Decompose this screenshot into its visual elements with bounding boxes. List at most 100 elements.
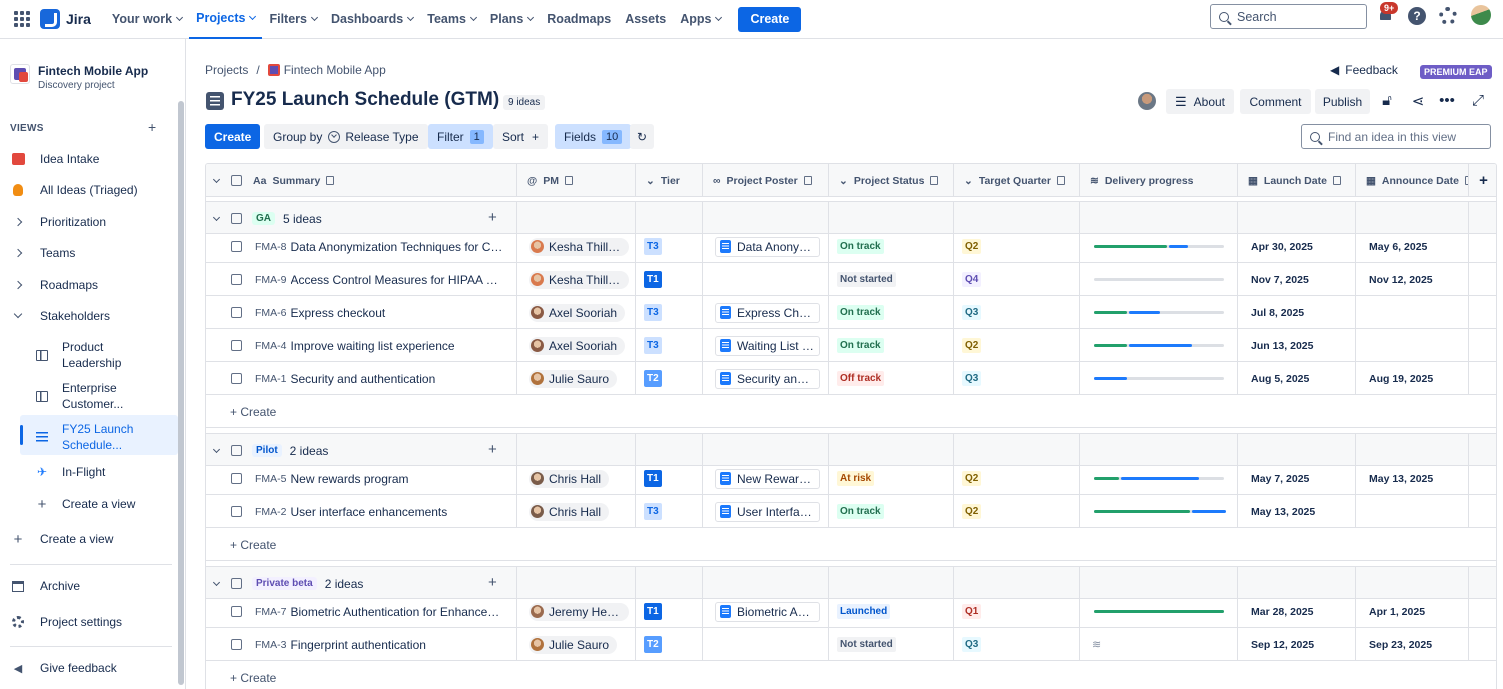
tier-tag[interactable]: T3 <box>644 304 662 321</box>
jira-logo[interactable]: Jira <box>40 9 91 29</box>
pm-chip[interactable]: Julie Sauro <box>529 635 618 654</box>
publish-button[interactable]: Publish <box>1315 89 1370 114</box>
settings-gear-icon[interactable] <box>1439 7 1457 25</box>
project-poster-link[interactable]: User Interface Enhancements <box>715 501 820 522</box>
project-header[interactable]: Fintech Mobile App Discovery project <box>10 64 148 91</box>
table-row[interactable]: FMA-3 Fingerprint authentication Julie Sau… <box>206 628 1496 661</box>
search-input[interactable]: Search <box>1210 4 1367 29</box>
launch-date[interactable]: Mar 28, 2025 <box>1251 606 1313 618</box>
idea-key[interactable]: FMA-6 <box>255 307 287 319</box>
column-header-target-quarter[interactable]: ⌄ Target Quarter <box>964 175 1065 187</box>
column-header-pm[interactable]: @ PM <box>527 175 573 187</box>
tier-tag[interactable]: T3 <box>644 238 662 255</box>
field-settings-icon[interactable] <box>1332 176 1341 185</box>
column-header-project-poster[interactable]: ∞ Project Poster <box>713 175 812 187</box>
create-idea-link[interactable]: + Create <box>206 661 506 689</box>
tier-tag[interactable]: T3 <box>644 503 662 520</box>
quarter-tag[interactable]: Q1 <box>962 604 982 619</box>
sidebar-view-enterprise-customer[interactable]: Enterprise Customer... <box>34 380 123 412</box>
status-badge[interactable]: On track <box>837 504 884 519</box>
table-row[interactable]: FMA-9 Access Control Measures for HIPAA C… <box>206 263 1496 296</box>
sidebar-archive[interactable]: Archive <box>10 579 80 593</box>
column-header-summary[interactable]: Aa Summary <box>253 175 335 187</box>
idea-key[interactable]: FMA-4 <box>255 340 287 352</box>
idea-summary[interactable]: Express checkout <box>291 306 506 320</box>
status-badge[interactable]: Not started <box>837 637 896 652</box>
add-idea-to-group-icon[interactable]: + <box>488 441 497 458</box>
field-settings-icon[interactable] <box>326 176 335 185</box>
project-poster-link[interactable]: Biometric Authentication <box>715 601 820 622</box>
status-badge[interactable]: On track <box>837 338 884 353</box>
row-checkbox[interactable] <box>231 506 242 517</box>
field-settings-icon[interactable] <box>565 176 573 185</box>
field-settings-icon[interactable] <box>803 176 812 185</box>
group-checkbox[interactable] <box>231 445 242 456</box>
autofill-icon[interactable]: ↻ <box>630 124 654 149</box>
quarter-tag[interactable]: Q3 <box>962 637 982 652</box>
sidebar-scrollbar[interactable] <box>178 101 184 685</box>
launch-date[interactable]: May 13, 2025 <box>1251 506 1315 518</box>
table-row[interactable]: FMA-8 Data Anonymization Techniques for C… <box>206 230 1496 263</box>
tier-tag[interactable]: T1 <box>644 603 662 620</box>
row-checkbox[interactable] <box>231 241 242 252</box>
nav-item-assets[interactable]: Assets <box>618 0 673 39</box>
status-badge[interactable]: Launched <box>837 604 891 619</box>
idea-key[interactable]: FMA-3 <box>255 639 287 651</box>
field-settings-icon[interactable] <box>1056 176 1065 185</box>
collapse-group-icon[interactable] <box>212 445 221 453</box>
column-header-launch-date[interactable]: ▦ Launch Date <box>1248 175 1341 187</box>
launch-date[interactable]: Aug 5, 2025 <box>1251 373 1309 385</box>
nav-item-plans[interactable]: Plans <box>483 0 540 39</box>
launch-date[interactable]: Nov 7, 2025 <box>1251 274 1309 286</box>
feedback-button[interactable]: ◀ Feedback <box>1330 63 1398 77</box>
group-checkbox[interactable] <box>231 213 242 224</box>
nav-item-your-work[interactable]: Your work <box>105 0 189 39</box>
column-header-project-status[interactable]: ⌄ Project Status <box>839 175 939 187</box>
pm-chip[interactable]: Axel Sooriah <box>529 303 626 322</box>
sidebar-item-teams[interactable]: Teams <box>10 246 75 260</box>
nav-item-teams[interactable]: Teams <box>420 0 483 39</box>
idea-key[interactable]: FMA-5 <box>255 473 287 485</box>
idea-key[interactable]: FMA-9 <box>255 274 287 286</box>
tier-tag[interactable]: T3 <box>644 337 662 354</box>
comment-button[interactable]: Comment <box>1240 89 1311 114</box>
idea-key[interactable]: FMA-2 <box>255 506 287 518</box>
quarter-tag[interactable]: Q2 <box>962 504 982 519</box>
pm-chip[interactable]: Julie Sauro <box>529 369 618 388</box>
table-row[interactable]: FMA-5 New rewards program Chris Hall T1 New … <box>206 462 1496 495</box>
create-idea-link[interactable]: + Create <box>206 395 506 428</box>
nav-item-apps[interactable]: Apps <box>673 0 728 39</box>
idea-key[interactable]: FMA-7 <box>255 606 287 618</box>
nav-item-roadmaps[interactable]: Roadmaps <box>540 0 618 39</box>
pm-chip[interactable]: Kesha Thillainathan <box>529 237 629 256</box>
group-by-button[interactable]: Group by Release Type <box>264 124 428 149</box>
nav-item-filters[interactable]: Filters <box>262 0 324 39</box>
sidebar-item-prioritization[interactable]: Prioritization <box>10 215 106 229</box>
sidebar-view-fy25-launch-schedule[interactable]: FY25 Launch Schedule... <box>34 421 133 453</box>
idea-summary[interactable]: Biometric Authentication for Enhanced Se… <box>291 605 506 619</box>
project-poster-link[interactable]: Waiting List Redesign <box>715 335 820 356</box>
column-header-delivery-progress[interactable]: ≋ Delivery progress <box>1090 175 1194 187</box>
announce-date[interactable]: Apr 1, 2025 <box>1369 606 1425 618</box>
announce-date[interactable]: Nov 12, 2025 <box>1369 274 1433 286</box>
nav-item-dashboards[interactable]: Dashboards <box>324 0 420 39</box>
row-checkbox[interactable] <box>231 307 242 318</box>
column-header-tier[interactable]: ⌄ Tier <box>646 175 680 187</box>
pm-chip[interactable]: Axel Sooriah <box>529 336 626 355</box>
table-row[interactable]: FMA-7 Biometric Authentication for Enhanc… <box>206 595 1496 628</box>
sidebar-item-idea-intake[interactable]: Idea Intake <box>10 152 99 166</box>
fields-button[interactable]: Fields 10 <box>555 124 632 149</box>
project-poster-link[interactable]: New Rewards Program <box>715 468 820 489</box>
project-poster-link[interactable]: Express Checkout <box>715 302 820 323</box>
quarter-tag[interactable]: Q3 <box>962 371 982 386</box>
status-badge[interactable]: On track <box>837 305 884 320</box>
announce-date[interactable]: May 13, 2025 <box>1369 473 1433 485</box>
add-view-icon[interactable]: + <box>148 119 156 135</box>
idea-summary[interactable]: New rewards program <box>291 472 506 486</box>
breadcrumb-projects[interactable]: Projects <box>205 63 248 77</box>
idea-key[interactable]: FMA-1 <box>255 373 287 385</box>
announce-date[interactable]: Sep 23, 2025 <box>1369 639 1432 651</box>
idea-summary[interactable]: Data Anonymization Techniques for CCPA C… <box>291 240 506 254</box>
project-poster-link[interactable]: Security and Authentication <box>715 368 820 389</box>
tier-tag[interactable]: T2 <box>644 370 662 387</box>
